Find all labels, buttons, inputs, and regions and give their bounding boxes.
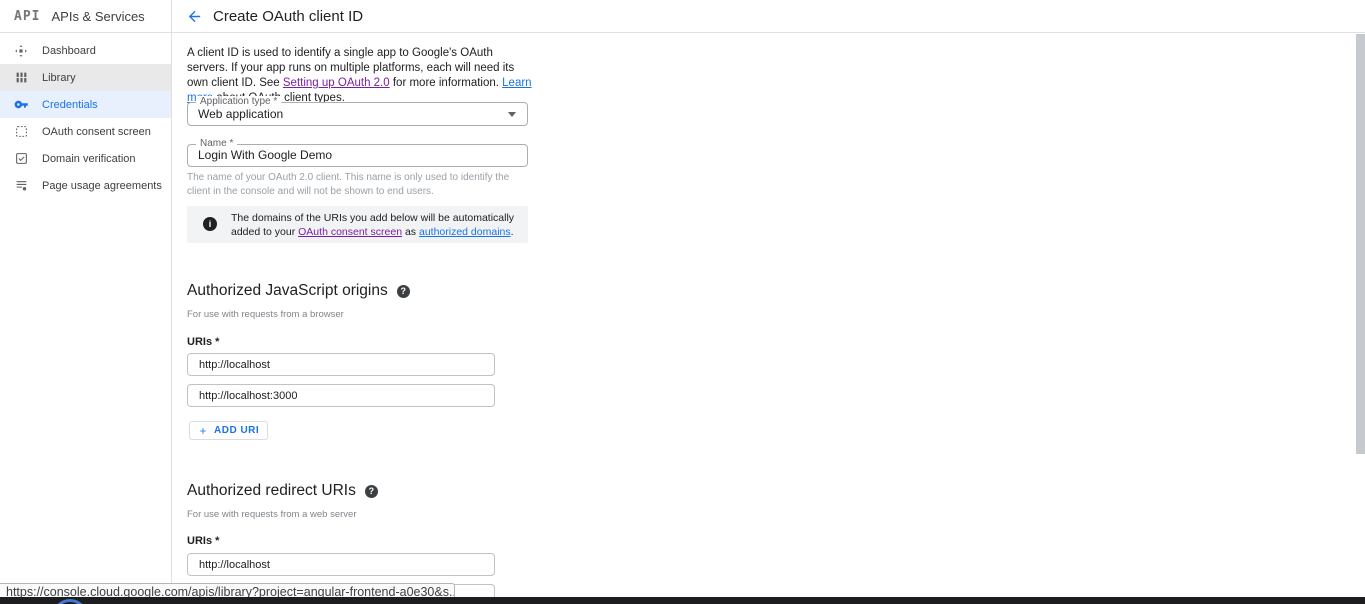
sidebar-title: APIs & Services [51, 8, 145, 24]
origins-uris-label: URIs * [187, 336, 220, 348]
plus-icon [200, 427, 206, 434]
arrow-back-icon [186, 10, 203, 29]
section-title-text: Authorized JavaScript origins [187, 282, 388, 299]
sidebar-nav: Dashboard Library Credentials OAuth cons… [0, 37, 171, 199]
origin-uri-input-2[interactable] [187, 384, 495, 407]
sidebar-item-page-usage-agreements[interactable]: Page usage agreements [0, 172, 171, 199]
info-text-part: . [510, 226, 514, 238]
section-title-js-origins: Authorized JavaScript origins ? [187, 282, 410, 300]
sidebar-item-dashboard[interactable]: Dashboard [0, 37, 171, 64]
agreements-icon [13, 178, 29, 194]
sidebar-item-label: Domain verification [42, 152, 136, 165]
vertical-scrollbar-thumb[interactable] [1356, 34, 1365, 454]
sidebar-item-domain-verification[interactable]: Domain verification [0, 145, 171, 172]
sidebar-item-label: Page usage agreements [42, 179, 162, 192]
redirects-subtitle: For use with requests from a web server [187, 509, 357, 520]
sidebar-item-credentials[interactable]: Credentials [0, 91, 171, 118]
name-label: Name * [196, 138, 238, 149]
consent-screen-icon [13, 124, 29, 140]
link-setting-up-oauth[interactable]: Setting up OAuth 2.0 [283, 77, 390, 89]
info-box: i The domains of the URIs you add below … [187, 206, 528, 243]
page-header: Create OAuth client ID [172, 0, 1365, 33]
sidebar-item-label: Library [42, 71, 76, 84]
section-title-text: Authorized redirect URIs [187, 482, 356, 499]
add-uri-label: ADD URI [214, 425, 260, 436]
add-uri-button[interactable]: ADD URI [189, 421, 269, 440]
help-icon[interactable]: ? [396, 284, 410, 298]
oauth-client-create-page: API APIs & Services Dashboard Library Cr… [0, 0, 1365, 604]
info-text-part: as [402, 226, 419, 238]
name-field: Name * [187, 138, 528, 167]
sidebar: API APIs & Services Dashboard Library Cr… [0, 0, 172, 604]
back-button[interactable] [186, 8, 204, 26]
link-authorized-domains[interactable]: authorized domains [419, 226, 511, 238]
application-type-select[interactable]: Application type * Web application [187, 96, 528, 126]
origin-uri-input-1[interactable] [187, 353, 495, 376]
taskbar-edge [0, 597, 1365, 604]
dropdown-caret-icon [508, 112, 516, 117]
name-input[interactable] [198, 145, 498, 166]
info-box-text: The domains of the URIs you add below wi… [231, 211, 516, 239]
intro-text: for more information. [389, 77, 503, 89]
key-icon [13, 97, 29, 113]
help-icon[interactable]: ? [364, 484, 378, 498]
redirects-uris-label: URIs * [187, 535, 220, 547]
info-icon: i [203, 217, 217, 231]
taskbar-icon [52, 599, 88, 604]
sidebar-item-oauth-consent-screen[interactable]: OAuth consent screen [0, 118, 171, 145]
section-title-redirect-uris: Authorized redirect URIs ? [187, 482, 378, 500]
sidebar-item-label: Credentials [42, 98, 98, 111]
api-logo: API [14, 8, 41, 24]
domain-verification-icon [13, 151, 29, 167]
name-helper-text: The name of your OAuth 2.0 client. This … [187, 172, 510, 197]
redirect-uri-input-1[interactable] [187, 553, 495, 576]
application-type-label: Application type * [196, 96, 282, 107]
sidebar-header: API APIs & Services [0, 0, 171, 33]
origins-subtitle: For use with requests from a browser [187, 309, 344, 320]
library-icon [13, 70, 29, 86]
page-title: Create OAuth client ID [213, 8, 364, 25]
dashboard-icon [13, 43, 29, 59]
link-oauth-consent-screen[interactable]: OAuth consent screen [298, 226, 402, 238]
sidebar-item-label: OAuth consent screen [42, 125, 151, 138]
sidebar-item-label: Dashboard [42, 44, 96, 57]
sidebar-item-library[interactable]: Library [0, 64, 171, 91]
